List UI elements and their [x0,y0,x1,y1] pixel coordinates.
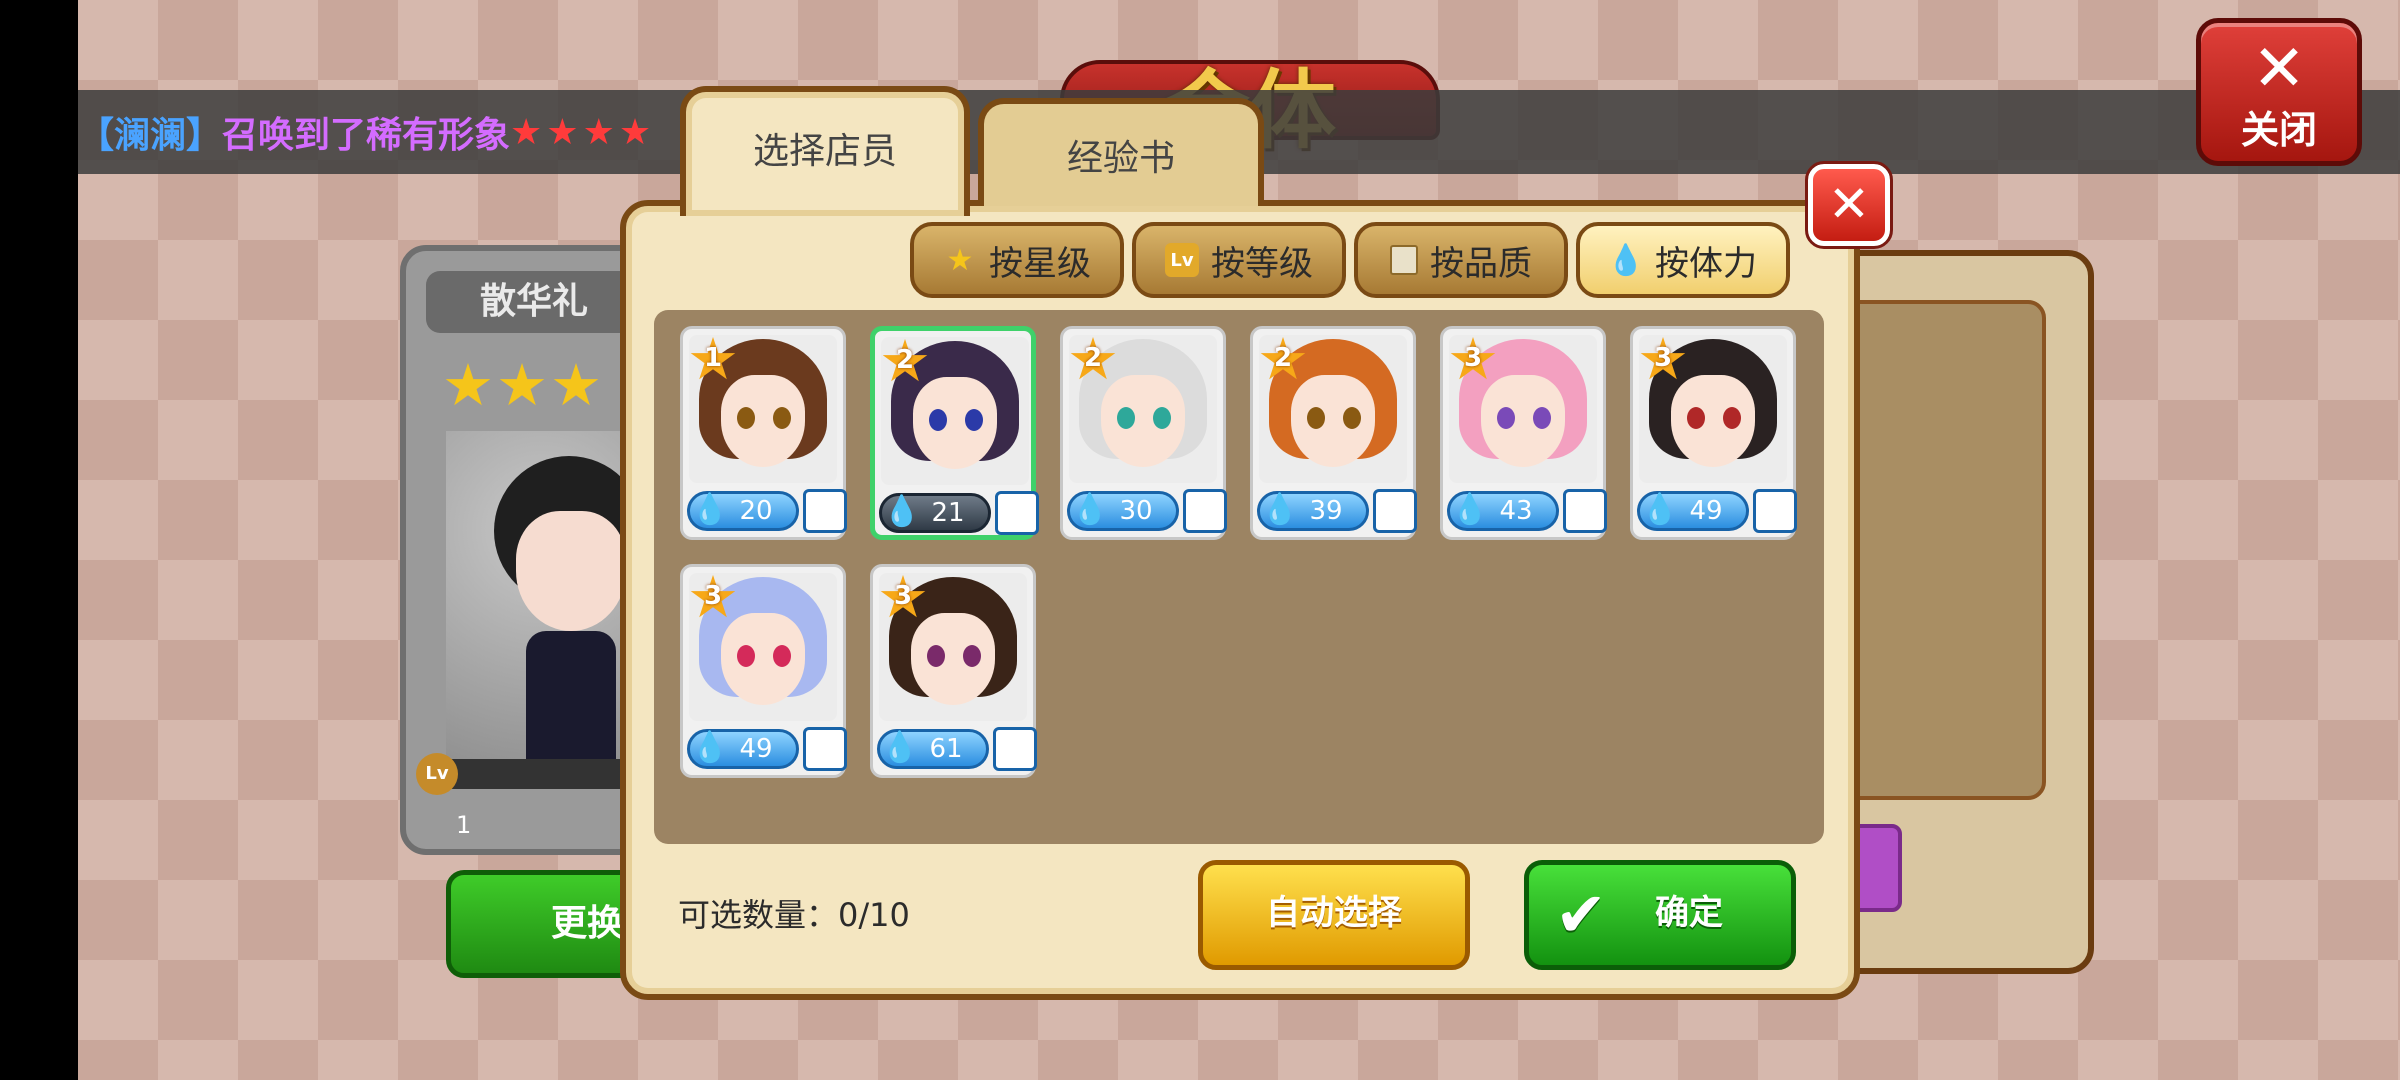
sort-by-star-label: 按星级 [989,243,1091,284]
drop-icon: 💧 [881,730,919,765]
staff-eye [1497,407,1515,429]
staff-eye [773,407,791,429]
staff-eye [1687,407,1705,429]
selection-count: 可选数量：0/10 [678,896,910,934]
staff-card[interactable]: ★ 2 21 💧 [870,326,1039,540]
drop-icon: 💧 [1451,492,1489,527]
select-checkbox[interactable] [993,727,1037,771]
staff-grid: ★ 1 20 💧 ★ 2 21 💧 ★ 2 30 💧 ★ 2 39 💧 ★ 3 43 💧 ★ 3 49 💧 ★ 3 49 💧 ★ 3 61 💧 [654,310,1824,844]
drop-icon: 💧 [1071,492,1109,527]
staff-rank: 2 [1083,343,1103,373]
staff-eye [773,645,791,667]
drop-icon: 💧 [691,492,729,527]
lv-icon: Lv [1165,243,1199,277]
staff-rank: 2 [1273,343,1293,373]
marquee-text: 召唤到了稀有形象 [222,115,511,156]
confirm-label: 确定 [1655,893,1723,933]
sort-by-stamina-label: 按体力 [1655,243,1757,284]
sort-by-stamina-button[interactable]: 💧 按体力 [1576,222,1790,298]
confirm-button[interactable]: ✔ 确定 [1524,860,1796,970]
drop-icon: 💧 [691,730,729,765]
staff-card[interactable]: ★ 2 39 💧 [1250,326,1417,540]
card-icon [1390,245,1418,275]
marquee-player-name: 【澜澜】 [78,115,223,156]
select-checkbox[interactable] [803,727,847,771]
select-checkbox[interactable] [803,489,847,533]
sort-by-quality-button[interactable]: 按品质 [1354,222,1568,298]
select-checkbox[interactable] [1183,489,1227,533]
close-icon: ✕ [1828,175,1870,233]
staff-card[interactable]: ★ 3 61 💧 [870,564,1037,778]
sort-by-quality-label: 按品质 [1430,243,1532,284]
staff-eye [929,409,947,431]
staff-rank: 3 [1463,343,1483,373]
staff-rank: 2 [895,345,915,375]
character-level: 1 [456,811,472,839]
staff-card[interactable]: ★ 3 43 💧 [1440,326,1607,540]
sort-by-level-button[interactable]: Lv 按等级 [1132,222,1346,298]
staff-eye [1343,407,1361,429]
staff-eye [737,645,755,667]
lv-icon: Lv [416,753,458,795]
sort-by-star-button[interactable]: ★ 按星级 [910,222,1124,298]
tab-select-staff[interactable]: 选择店员 [680,86,970,216]
character-stars: ★★★ [442,351,604,419]
staff-eye [737,407,755,429]
staff-eye [1153,407,1171,429]
auto-select-button[interactable]: 自动选择 [1198,860,1470,970]
staff-rank: 3 [893,581,913,611]
dialog-close-button[interactable]: ✕ [1805,161,1893,249]
staff-eye [927,645,945,667]
select-checkbox[interactable] [1563,489,1607,533]
star-icon: ★ [946,242,974,278]
tab-exp-book[interactable]: 经验书 [978,98,1264,206]
staff-rank: 3 [703,581,723,611]
staff-rank: 3 [1653,343,1673,373]
select-checkbox[interactable] [995,491,1039,535]
drop-icon: 💧 [1641,492,1679,527]
drop-icon: 💧 [1261,492,1299,527]
staff-eye [965,409,983,431]
left-black-bar [0,0,78,1080]
sort-filter-bar: ★ 按星级 Lv 按等级 按品质 💧 按体力 [910,222,1790,298]
marquee-stars: ★★★★ [510,111,656,153]
staff-eye [1307,407,1325,429]
staff-eye [1533,407,1551,429]
sort-by-level-label: 按等级 [1211,243,1313,284]
staff-eye [1117,407,1135,429]
staff-card[interactable]: ★ 3 49 💧 [680,564,847,778]
staff-eye [963,645,981,667]
select-checkbox[interactable] [1753,489,1797,533]
checkmark-icon: ✔ [1555,878,1607,951]
staff-card[interactable]: ★ 1 20 💧 [680,326,847,540]
select-checkbox[interactable] [1373,489,1417,533]
staff-eye [1723,407,1741,429]
close-screen-button[interactable]: ✕ 关闭 [2196,18,2362,166]
staff-card[interactable]: ★ 3 49 💧 [1630,326,1797,540]
close-icon: ✕ [2252,32,2306,106]
drop-icon: 💧 [1607,242,1645,278]
staff-card[interactable]: ★ 2 30 💧 [1060,326,1227,540]
close-screen-label: 关闭 [2240,108,2317,152]
staff-rank: 1 [703,343,723,373]
character-face [516,511,626,631]
drop-icon: 💧 [883,494,921,529]
